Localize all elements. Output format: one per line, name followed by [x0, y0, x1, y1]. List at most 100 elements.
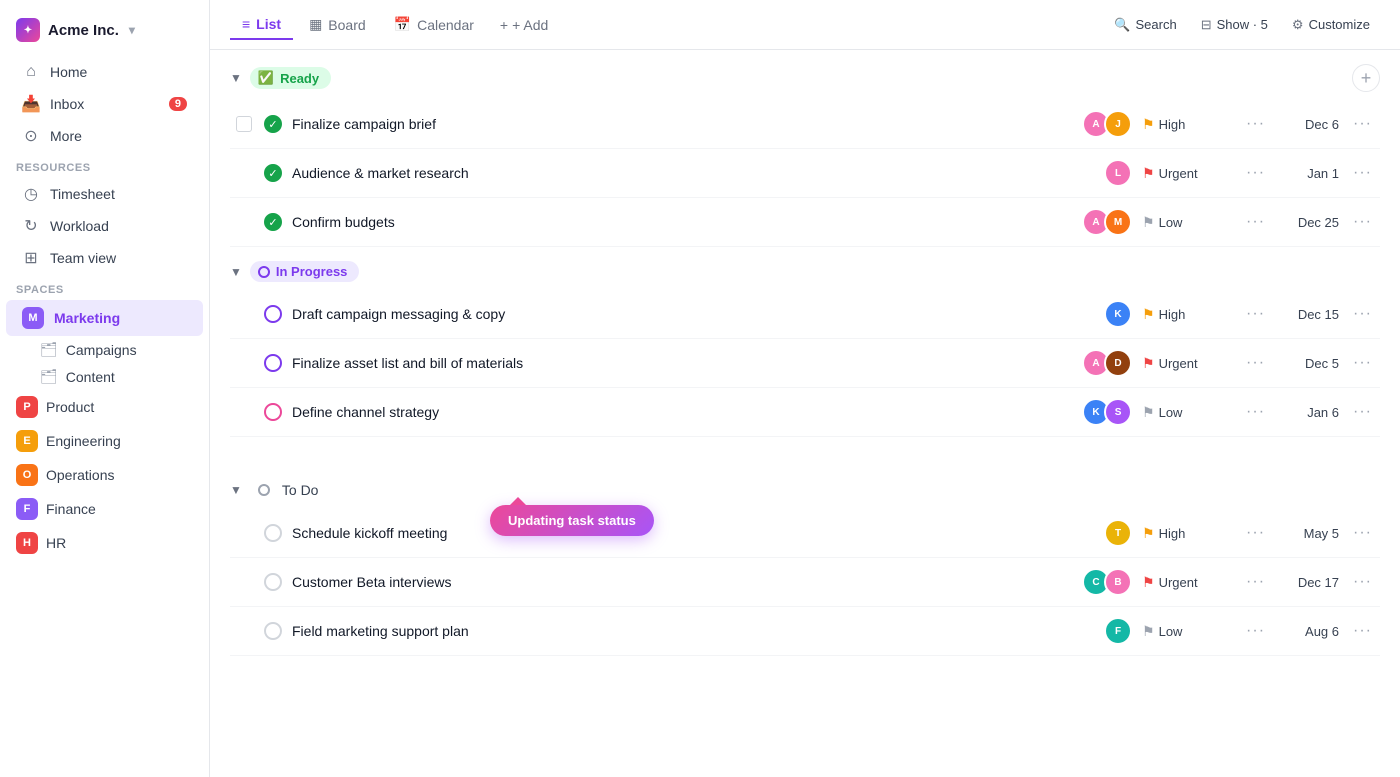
space-item-label: HR: [46, 535, 66, 551]
priority-label: High: [1159, 307, 1186, 322]
teamview-icon: ⊞: [22, 249, 40, 267]
task-name: Customer Beta interviews: [292, 574, 1072, 590]
search-button[interactable]: 🔍 Search: [1104, 12, 1186, 38]
sidebar-item-home[interactable]: ⌂ Home: [6, 56, 203, 88]
sidebar-item-product[interactable]: P Product: [0, 390, 209, 424]
task-options-button[interactable]: ···: [1349, 115, 1376, 133]
task-priority: ⚑ Urgent: [1142, 165, 1232, 182]
sidebar-subitem-campaigns[interactable]: 🗂 Campaigns: [0, 336, 209, 363]
finance-badge: F: [16, 498, 38, 520]
task-more-dots[interactable]: ···: [1246, 164, 1265, 182]
task-status-checkbox[interactable]: [264, 403, 282, 421]
task-options-button[interactable]: ···: [1349, 573, 1376, 591]
task-priority: ⚑ High: [1142, 116, 1232, 133]
task-more-dots[interactable]: ···: [1246, 403, 1265, 421]
task-options-button[interactable]: ···: [1349, 354, 1376, 372]
task-more-dots[interactable]: ···: [1246, 524, 1265, 542]
app-logo[interactable]: ✦ Acme Inc. ▾: [0, 12, 209, 56]
task-more-dots[interactable]: ···: [1246, 115, 1265, 133]
customize-icon: ⚙: [1292, 17, 1304, 33]
sidebar-subitem-content[interactable]: 🗂 Content: [0, 363, 209, 390]
todo-icon: [258, 484, 270, 496]
customize-button[interactable]: ⚙ Customize: [1282, 12, 1380, 38]
sidebar-item-engineering[interactable]: E Engineering: [0, 424, 209, 458]
show-label: Show · 5: [1217, 17, 1268, 32]
task-more-dots[interactable]: ···: [1246, 213, 1265, 231]
table-row: ✓ Audience & market research L ⚑ Urgent …: [230, 149, 1380, 198]
task-assignees: T: [1104, 519, 1132, 547]
calendar-icon: 📅: [394, 16, 411, 33]
task-assignees: C B: [1082, 568, 1132, 596]
priority-label: Urgent: [1159, 356, 1198, 371]
sidebar-item-more[interactable]: ⊙ More: [6, 120, 203, 152]
sidebar-item-inbox[interactable]: 📥 Inbox 9: [6, 88, 203, 120]
app-name: Acme Inc.: [48, 22, 119, 39]
task-status-checkbox[interactable]: [264, 305, 282, 323]
task-status-checkbox[interactable]: ✓: [264, 164, 282, 182]
sidebar-item-operations[interactable]: O Operations: [0, 458, 209, 492]
task-list-content: ▼ ✅ Ready + ✓ Finalize campaign brief A …: [210, 50, 1400, 777]
task-due-date: Dec 6: [1279, 117, 1339, 132]
tab-calendar[interactable]: 📅 Calendar: [382, 10, 486, 39]
space-item-label: Engineering: [46, 433, 121, 449]
task-status-checkbox[interactable]: [264, 354, 282, 372]
section-ready-header[interactable]: ▼ ✅ Ready +: [230, 50, 1380, 100]
task-status-checkbox[interactable]: [264, 524, 282, 542]
tab-board[interactable]: ▦ Board: [297, 10, 378, 39]
task-more-dots[interactable]: ···: [1246, 354, 1265, 372]
task-status-checkbox[interactable]: ✓: [264, 115, 282, 133]
updating-task-status-badge: Updating task status: [490, 505, 654, 536]
priority-label: Urgent: [1159, 166, 1198, 181]
avatar: B: [1104, 568, 1132, 596]
task-more-dots[interactable]: ···: [1246, 622, 1265, 640]
row-checkbox[interactable]: [236, 116, 252, 132]
task-options-button[interactable]: ···: [1349, 524, 1376, 542]
section-todo-header[interactable]: ▼ To Do: [230, 465, 1380, 509]
sidebar-item-label: Home: [50, 64, 87, 80]
task-name: Field marketing support plan: [292, 623, 1094, 639]
sidebar-item-finance[interactable]: F Finance: [0, 492, 209, 526]
section-add-button[interactable]: +: [1352, 64, 1380, 92]
task-options-button[interactable]: ···: [1349, 305, 1376, 323]
task-status-checkbox[interactable]: [264, 573, 282, 591]
inprogress-icon: [258, 266, 270, 278]
folder-icon: 🗂: [40, 368, 58, 385]
task-name: Define channel strategy: [292, 404, 1072, 420]
task-options-button[interactable]: ···: [1349, 622, 1376, 640]
priority-flag-icon: ⚑: [1142, 623, 1155, 640]
task-assignees: A D: [1082, 349, 1132, 377]
add-label: + Add: [512, 17, 548, 33]
table-row: ✓ Confirm budgets A M ⚑ Low ··· Dec 25 ·…: [230, 198, 1380, 247]
show-button[interactable]: ⊟ Show · 5: [1191, 12, 1278, 38]
sidebar-item-label: Timesheet: [50, 186, 115, 202]
task-status-checkbox[interactable]: [264, 622, 282, 640]
task-more-dots[interactable]: ···: [1246, 305, 1265, 323]
sidebar-item-hr[interactable]: H HR: [0, 526, 209, 560]
sidebar-item-marketing[interactable]: M Marketing: [6, 300, 203, 336]
priority-flag-icon: ⚑: [1142, 574, 1155, 591]
tab-label: List: [256, 16, 281, 32]
table-row: Define channel strategy K S ⚑ Low ··· Ja…: [230, 388, 1380, 437]
task-priority: ⚑ High: [1142, 306, 1232, 323]
sidebar-item-teamview[interactable]: ⊞ Team view: [6, 242, 203, 274]
dropdown-chevron[interactable]: ▾: [129, 23, 135, 37]
sidebar-item-workload[interactable]: ↻ Workload: [6, 210, 203, 242]
task-options-button[interactable]: ···: [1349, 403, 1376, 421]
home-icon: ⌂: [22, 63, 40, 81]
add-view-button[interactable]: + + Add: [490, 11, 558, 39]
task-status-checkbox[interactable]: ✓: [264, 213, 282, 231]
task-options-button[interactable]: ···: [1349, 164, 1376, 182]
row-select[interactable]: [234, 116, 254, 132]
ready-label: Ready: [280, 71, 319, 86]
avatar: L: [1104, 159, 1132, 187]
section-inprogress-header[interactable]: ▼ In Progress: [230, 247, 1380, 290]
task-more-dots[interactable]: ···: [1246, 573, 1265, 591]
avatar: D: [1104, 349, 1132, 377]
tab-list[interactable]: ≡ List: [230, 10, 293, 40]
table-row: ✓ Finalize campaign brief A J ⚑ High ···…: [230, 100, 1380, 149]
sidebar-item-timesheet[interactable]: ◷ Timesheet: [6, 178, 203, 210]
priority-flag-icon: ⚑: [1142, 214, 1155, 231]
task-due-date: Jan 6: [1279, 405, 1339, 420]
task-options-button[interactable]: ···: [1349, 213, 1376, 231]
topbar: ≡ List ▦ Board 📅 Calendar + + Add 🔍 Sear…: [210, 0, 1400, 50]
